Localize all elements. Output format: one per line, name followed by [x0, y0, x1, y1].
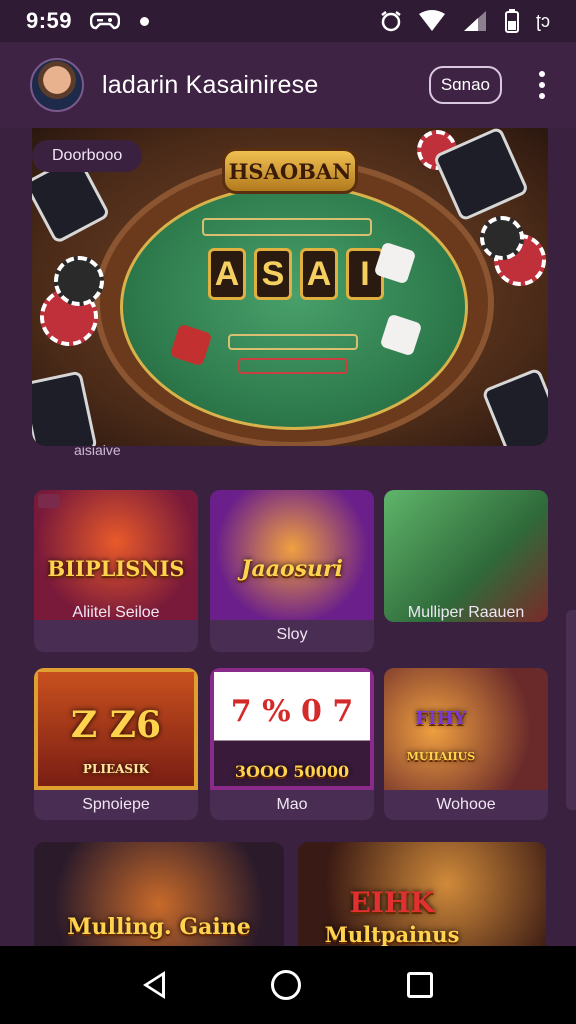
- hero-tile: A: [208, 248, 246, 300]
- slot-machine-card-icon: [32, 370, 98, 446]
- game-card-art: [34, 490, 198, 620]
- status-time: 9:59: [26, 8, 73, 33]
- poker-chip-icon: [54, 256, 104, 306]
- game-card[interactable]: Mulliper Raauen: [384, 490, 548, 622]
- hero-tile: S: [254, 248, 292, 300]
- recent-apps-icon[interactable]: [407, 972, 433, 998]
- game-card[interactable]: EIHK Multpainus: [298, 842, 546, 946]
- felt-marking: [228, 334, 358, 350]
- hero-banner[interactable]: Doorbooo HSAOBAN A S A I: [32, 128, 548, 446]
- poker-chip-icon: [480, 216, 524, 260]
- felt-marking: [202, 218, 372, 236]
- game-card[interactable]: BIIPLISNIS Aliitel Seiloe: [34, 490, 198, 652]
- game-card-art: [384, 490, 548, 622]
- game-card[interactable]: FIHY MUIIAIIUS Wohooe: [384, 668, 548, 820]
- more-options-icon[interactable]: [538, 71, 546, 99]
- game-card[interactable]: 7 % 0 7 3OOO 50000 Mao: [210, 668, 374, 820]
- scrollbar[interactable]: [566, 610, 576, 810]
- game-card[interactable]: Z Z6 PLIEASIK Spnoiepe: [34, 668, 198, 820]
- game-card-label: Wohooe: [436, 796, 496, 813]
- game-card[interactable]: Mulling. Gaine: [34, 842, 284, 946]
- game-card-label: Mao: [276, 796, 308, 813]
- game-card-label: Mulliper Raauen: [407, 604, 525, 621]
- notification-dot-icon: [140, 16, 150, 26]
- game-card-label: Sloy: [276, 626, 308, 643]
- game-card-art-subtitle: PLIEASIK: [82, 762, 150, 776]
- felt-marking: [238, 358, 348, 374]
- hero-sign: HSAOBAN: [222, 148, 358, 194]
- game-card-art-title: Jaaosuri: [241, 556, 343, 582]
- wifi-icon: [418, 10, 445, 31]
- battery-icon: [504, 9, 519, 33]
- signal-icon: [463, 11, 486, 31]
- avatar[interactable]: [30, 58, 84, 112]
- slot-machine-card-icon: [481, 367, 548, 446]
- hero-tile: A: [300, 248, 338, 300]
- game-card-art-title: 7 % 0 7: [230, 694, 354, 729]
- game-card-art-title: Multpainus: [324, 922, 460, 946]
- system-nav-bar: [0, 946, 576, 1024]
- status-bar: 9:59 ʈↄ: [0, 0, 576, 42]
- game-card-art-subtitle: MUIIAIIUS: [406, 750, 476, 763]
- app-title: ladarin Kasainirese: [102, 70, 319, 99]
- game-card-art: [210, 490, 374, 620]
- header-action-button[interactable]: Sɑnao: [428, 66, 502, 104]
- game-card-art-subtitle: 3OOO 50000: [234, 762, 350, 781]
- home-icon[interactable]: [271, 970, 301, 1000]
- hero-tiles: A S A I: [208, 248, 384, 300]
- status-extra-text: ʈↄ: [535, 10, 550, 31]
- badge-icon: [38, 494, 60, 508]
- game-card-art-title: FIHY: [415, 708, 467, 729]
- app-header: ladarin Kasainirese Sɑnao: [0, 42, 576, 128]
- game-card-art-title: BIIPLISNIS: [47, 556, 185, 581]
- game-card-label: Spnoiepe: [82, 796, 150, 813]
- game-card-art: [384, 668, 548, 790]
- game-card-art-title: Mulling. Gaine: [67, 914, 251, 940]
- hero-chip[interactable]: Doorbooo: [32, 140, 143, 172]
- game-card-art-subtitle: EIHK: [349, 886, 435, 919]
- game-card[interactable]: Jaaosuri Sloy: [210, 490, 374, 652]
- alarm-icon: [381, 11, 401, 32]
- game-card-label: Aliitel Seiloe: [72, 604, 160, 621]
- game-controller-icon: [90, 12, 121, 30]
- game-card-art-title: Z Z6: [70, 704, 162, 746]
- back-icon[interactable]: [143, 971, 165, 999]
